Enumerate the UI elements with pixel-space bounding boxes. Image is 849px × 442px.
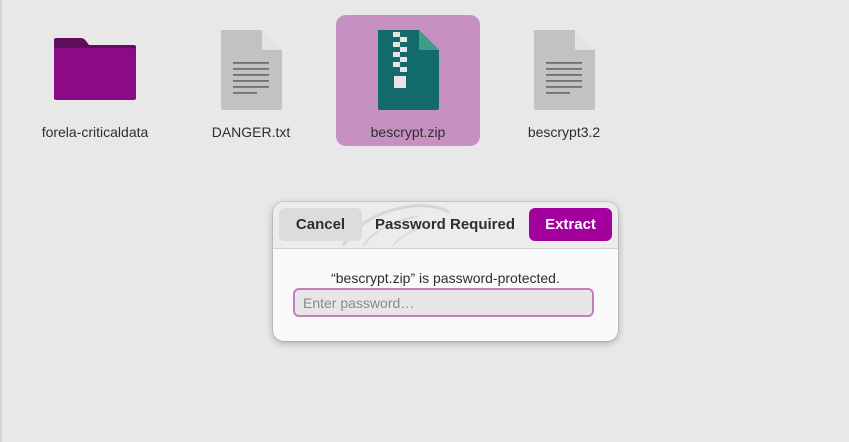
password-dialog: Cancel Password Required Extract “bescry… (273, 202, 618, 341)
cancel-button[interactable]: Cancel (279, 208, 362, 241)
file-item-bescrypt-zip[interactable]: bescrypt.zip (336, 15, 480, 146)
zip-archive-icon (375, 28, 441, 117)
dialog-message: “bescrypt.zip” is password-protected. (331, 270, 560, 286)
file-name: bescrypt.zip (370, 124, 446, 140)
file-grid: forela-criticaldata DANGER.txt bescrypt.… (0, 0, 849, 160)
folder-icon (51, 28, 139, 109)
file-item-bescrypt3-2[interactable]: bescrypt3.2 (492, 15, 636, 146)
file-item-forela-criticaldata[interactable]: forela-criticaldata (23, 15, 167, 146)
file-item-danger-txt[interactable]: DANGER.txt (179, 15, 323, 146)
file-name: forela-criticaldata (41, 124, 149, 140)
text-file-icon (218, 28, 284, 117)
dialog-title: Password Required (374, 216, 516, 233)
extract-button[interactable]: Extract (529, 208, 612, 241)
file-name: DANGER.txt (211, 124, 291, 140)
text-file-icon (531, 28, 597, 117)
file-name: bescrypt3.2 (527, 124, 601, 140)
password-input[interactable] (293, 288, 594, 317)
dialog-header: Cancel Password Required Extract (273, 202, 618, 249)
